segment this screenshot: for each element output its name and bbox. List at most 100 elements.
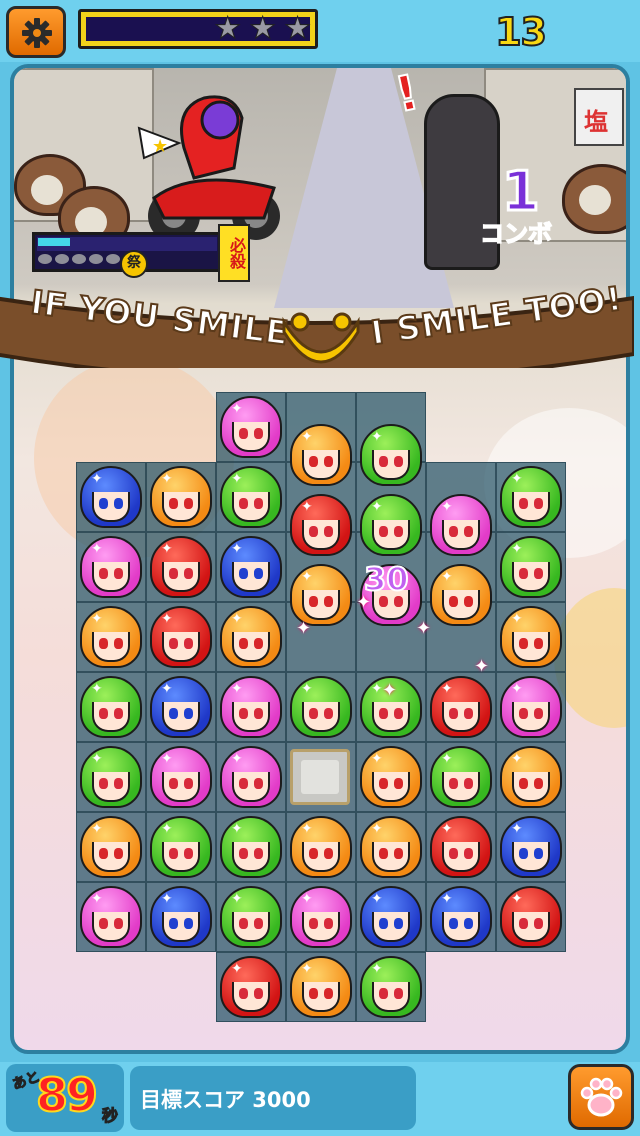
piece-face <box>302 450 340 480</box>
sparkle-icon: ✦ <box>441 499 453 515</box>
sparkle-icon: ✦ <box>301 569 313 585</box>
piece-eye <box>239 708 248 719</box>
pink-hair-piece[interactable]: ✦ <box>220 746 282 808</box>
blue-hair-piece[interactable]: ✦ <box>150 676 212 738</box>
pink-hair-piece[interactable]: ✦ <box>430 494 492 556</box>
red-hair-piece[interactable]: ✦ <box>430 676 492 738</box>
green-hair-piece[interactable]: ✦ <box>360 494 422 556</box>
sparkle-icon: ✦ <box>441 821 453 837</box>
sparkle-icon: ✦ <box>371 961 383 977</box>
pink-hair-piece[interactable]: ✦ <box>290 886 352 948</box>
piece-eye <box>394 848 403 859</box>
sparkle-icon: ✦ <box>511 681 523 697</box>
piece-eye <box>519 918 528 929</box>
orange-hair-piece[interactable]: ✦ <box>150 466 212 528</box>
piece-eye <box>519 848 528 859</box>
sparkle-icon: ✦ <box>91 891 103 907</box>
piece-face <box>92 842 130 872</box>
orange-hair-piece[interactable]: ✦ <box>290 816 352 878</box>
piece-face <box>162 912 200 942</box>
sparkle-icon: ✦ <box>91 821 103 837</box>
piece-eye <box>239 498 248 509</box>
blue-hair-piece[interactable]: ✦ <box>500 816 562 878</box>
sparkle-icon: ✦ <box>441 891 453 907</box>
piece-eye <box>309 526 318 537</box>
empty-board-slot[interactable] <box>290 749 350 805</box>
orange-hair-piece[interactable]: ✦ <box>430 564 492 626</box>
piece-eye <box>379 918 388 929</box>
pink-hair-piece[interactable]: ✦ <box>80 536 142 598</box>
green-hair-piece[interactable]: ✦ <box>80 746 142 808</box>
pink-hair-piece[interactable]: ✦ <box>500 676 562 738</box>
orange-hair-piece[interactable]: ✦ <box>290 424 352 486</box>
orange-hair-piece[interactable]: ✦ <box>500 746 562 808</box>
green-hair-piece[interactable]: ✦ <box>80 676 142 738</box>
orange-hair-piece[interactable]: ✦ <box>290 956 352 1018</box>
sparkle-icon: ✦ <box>161 611 173 627</box>
green-hair-piece[interactable]: ✦ <box>290 676 352 738</box>
sparkle-icon: ✦ <box>511 821 523 837</box>
piece-eye <box>169 568 178 579</box>
piece-eye <box>464 778 473 789</box>
green-hair-piece[interactable]: ✦ <box>500 536 562 598</box>
blue-hair-piece[interactable]: ✦ <box>220 536 282 598</box>
pink-hair-piece[interactable]: ✦ <box>220 676 282 738</box>
piece-eye <box>324 456 333 467</box>
pink-hair-piece[interactable]: ✦ <box>220 396 282 458</box>
piece-eye <box>519 568 528 579</box>
orange-hair-piece[interactable]: ✦ <box>220 606 282 668</box>
sparkle-icon: ✦ <box>371 429 383 445</box>
paw-skill-button[interactable] <box>568 1064 634 1130</box>
piece-eye <box>184 918 193 929</box>
blue-hair-piece[interactable]: ✦ <box>80 466 142 528</box>
orange-hair-piece[interactable]: ✦ <box>360 746 422 808</box>
piece-eye <box>114 708 123 719</box>
red-hair-piece[interactable]: ✦ <box>150 536 212 598</box>
sparkle-icon: ✦ <box>231 961 243 977</box>
puzzle-board[interactable]: ✦ ✦ ✦ ✦ ✦ ✦ ✦ ✦ ✦ ✦ ✦ ✦ ✦ ✦ ✦ ✦ ✦ ✦ ✦ ✦ ✦ ✦ ✦ ✦ ✦ ✦ ✦ ✦ ✦ ✦ ✦ ✦ ✦ ✦ ✦ ✦ ✦ ✦ ✦ ✦… <box>0 0 640 1062</box>
blue-hair-piece[interactable]: ✦ <box>360 886 422 948</box>
piece-face <box>232 702 270 732</box>
green-hair-piece[interactable]: ✦ <box>500 466 562 528</box>
piece-eye <box>184 708 193 719</box>
blue-hair-piece[interactable]: ✦ <box>430 886 492 948</box>
orange-hair-piece[interactable]: ✦ <box>80 816 142 878</box>
piece-eye <box>239 568 248 579</box>
piece-face <box>302 702 340 732</box>
piece-face <box>162 492 200 522</box>
piece-face <box>372 982 410 1012</box>
piece-eye <box>114 778 123 789</box>
piece-eye <box>254 498 263 509</box>
red-hair-piece[interactable]: ✦ <box>290 494 352 556</box>
green-hair-piece[interactable]: ✦ <box>430 746 492 808</box>
piece-eye <box>519 498 528 509</box>
sparkle-icon: ✦ <box>161 681 173 697</box>
piece-eye <box>99 778 108 789</box>
red-hair-piece[interactable]: ✦ <box>500 886 562 948</box>
green-hair-piece[interactable]: ✦ <box>220 816 282 878</box>
red-hair-piece[interactable]: ✦ <box>430 816 492 878</box>
green-hair-piece[interactable]: ✦ <box>220 886 282 948</box>
piece-face <box>92 702 130 732</box>
orange-hair-piece[interactable]: ✦ <box>360 816 422 878</box>
pink-hair-piece[interactable]: ✦ <box>80 886 142 948</box>
green-hair-piece[interactable]: ✦ <box>360 424 422 486</box>
red-hair-piece[interactable]: ✦ <box>220 956 282 1018</box>
piece-eye <box>324 988 333 999</box>
orange-hair-piece[interactable]: ✦ <box>290 564 352 626</box>
piece-eye <box>309 848 318 859</box>
green-hair-piece[interactable]: ✦ <box>150 816 212 878</box>
pink-hair-piece[interactable]: ✦ <box>150 746 212 808</box>
piece-eye <box>254 918 263 929</box>
piece-eye <box>449 596 458 607</box>
orange-hair-piece[interactable]: ✦ <box>80 606 142 668</box>
orange-hair-piece[interactable]: ✦ <box>500 606 562 668</box>
green-hair-piece[interactable]: ✦ <box>360 956 422 1018</box>
green-hair-piece[interactable]: ✦ <box>220 466 282 528</box>
piece-face <box>442 912 480 942</box>
piece-eye <box>534 848 543 859</box>
red-hair-piece[interactable]: ✦ <box>150 606 212 668</box>
piece-eye <box>449 918 458 929</box>
piece-eye <box>309 918 318 929</box>
blue-hair-piece[interactable]: ✦ <box>150 886 212 948</box>
